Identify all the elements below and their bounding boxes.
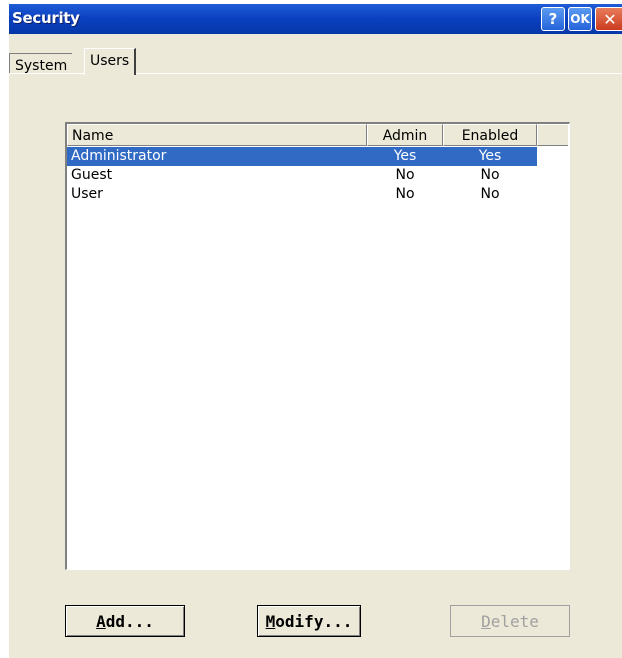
modify-label: odify...: [275, 611, 353, 631]
add-mnemonic: A: [96, 611, 106, 631]
delete-mnemonic: D: [481, 611, 491, 631]
delete-label: elete: [490, 611, 539, 631]
user-name: User: [71, 186, 103, 202]
tab-system[interactable]: System: [9, 53, 73, 74]
user-enabled: No: [480, 167, 500, 183]
security-dialog: Security ? OK ✕ System Users Name Admin …: [9, 4, 622, 658]
column-header-filler: [537, 124, 568, 146]
user-enabled: Yes: [478, 148, 502, 164]
tab-users[interactable]: Users: [84, 48, 137, 75]
user-name: Guest: [71, 167, 113, 183]
tab-system-label: System: [15, 58, 68, 74]
ok-button[interactable]: OK: [568, 7, 592, 31]
user-admin: No: [395, 167, 415, 183]
tab-strip: System Users: [9, 48, 622, 75]
user-admin: No: [395, 186, 415, 202]
help-icon: ?: [548, 10, 558, 28]
close-button[interactable]: ✕: [595, 7, 622, 31]
add-label: dd...: [105, 611, 154, 631]
list-item[interactable]: Administrator Yes Yes: [67, 147, 537, 166]
modify-mnemonic: M: [265, 611, 276, 631]
column-header-name[interactable]: Name: [67, 124, 367, 146]
user-name: Administrator: [71, 148, 167, 164]
ok-label: OK: [570, 12, 590, 26]
column-header-admin[interactable]: Admin: [367, 124, 443, 146]
user-admin: Yes: [393, 148, 417, 164]
add-button[interactable]: Add...: [65, 605, 185, 637]
users-list[interactable]: Name Admin Enabled Administrator Yes Yes…: [65, 122, 570, 570]
list-item[interactable]: User No No: [67, 185, 537, 204]
window-title: Security: [12, 9, 80, 27]
list-header: Name Admin Enabled: [67, 124, 568, 146]
list-item[interactable]: Guest No No: [67, 166, 537, 185]
modify-button[interactable]: Modify...: [257, 605, 361, 637]
help-button[interactable]: ?: [541, 7, 565, 31]
close-icon: ✕: [603, 9, 617, 29]
title-bar: Security ? OK ✕: [9, 4, 622, 34]
user-enabled: No: [480, 186, 500, 202]
delete-button[interactable]: Delete: [450, 605, 570, 637]
tab-users-label: Users: [90, 53, 130, 69]
column-header-enabled[interactable]: Enabled: [443, 124, 537, 146]
